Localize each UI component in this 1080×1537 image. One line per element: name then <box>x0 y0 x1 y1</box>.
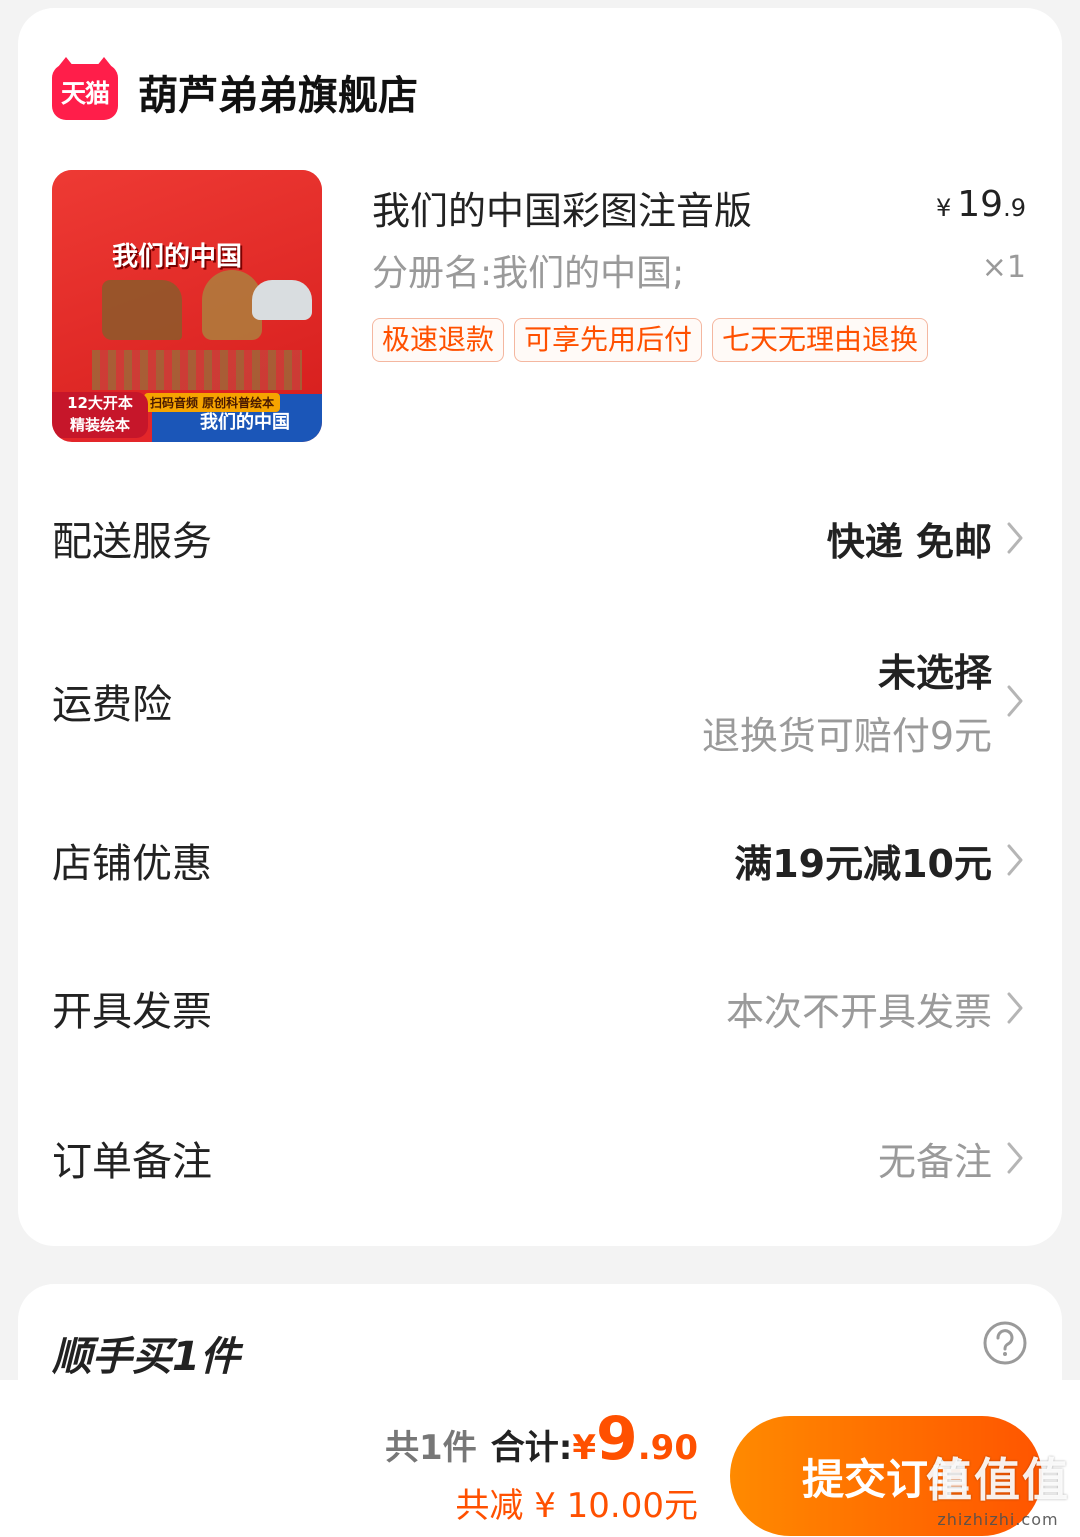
total-currency: ¥ <box>572 1428 597 1468</box>
insurance-label: 运费险 <box>52 682 172 728</box>
store-name[interactable]: 葫芦弟弟旗舰店 <box>138 63 418 121</box>
row-invoice[interactable]: 开具发票 本次不开具发票 <box>52 972 1028 1044</box>
row-shipping-insurance[interactable]: 运费险 未选择 退换货可赔付9元 <box>52 636 1028 766</box>
chevron-right-icon <box>1002 840 1028 880</box>
tag-fast-refund: 极速退款 <box>372 318 505 362</box>
product-quantity: ×1 <box>981 250 1026 285</box>
product-price: ¥19.9 <box>936 184 1026 225</box>
store-header[interactable]: 天猫 葫芦弟弟旗舰店 <box>52 57 418 121</box>
watermark-logo: 值值值 <box>926 1453 1070 1507</box>
cover-artifact-horse <box>102 280 182 340</box>
cover-corner-line1: 12大开本 <box>67 394 133 412</box>
checkout-bar: 共1件 合计: ¥ 9 .90 共减 ¥ 10.00元 提交订单 值值值 zhi… <box>0 1380 1080 1537</box>
total-label: 合计: <box>490 1428 573 1468</box>
chevron-right-icon <box>1002 1138 1028 1178</box>
help-icon[interactable] <box>982 1320 1028 1366</box>
note-value: 无备注 <box>877 1139 992 1184</box>
service-tags: 极速退款 可享先用后付 七天无理由退换 <box>372 318 929 362</box>
product-image[interactable]: 我们的中国 扫码音频 原创科普绘本 我们的中国 12大开本 精装绘本 <box>52 170 322 442</box>
promo-label: 店铺优惠 <box>52 841 212 887</box>
insurance-subtext: 退换货可赔付9元 <box>701 714 992 758</box>
chevron-right-icon <box>1002 988 1028 1028</box>
invoice-value: 本次不开具发票 <box>725 989 992 1034</box>
delivery-value: 快递 免邮 <box>826 519 992 564</box>
promo-value: 满19元减10元 <box>734 841 992 886</box>
row-order-note[interactable]: 订单备注 无备注 <box>52 1122 1028 1194</box>
cover-band-label: 我们的中国 <box>200 412 290 433</box>
store-order-card: 天猫 葫芦弟弟旗舰店 我们的中国 扫码音频 原创科普绘本 我们的中国 12大开本… <box>18 8 1062 1246</box>
total-discount[interactable]: 共减 ¥ 10.00元 <box>385 1478 698 1527</box>
total-decimal: .90 <box>637 1428 698 1468</box>
chevron-right-icon <box>1002 681 1028 721</box>
tag-seven-day-return: 七天无理由退换 <box>712 318 929 362</box>
addon-title: 顺手买1件 <box>52 1334 240 1380</box>
cover-title: 我们的中国 <box>112 242 243 272</box>
item-count: 共1件 <box>385 1428 477 1468</box>
tag-pay-later: 可享先用后付 <box>514 318 703 362</box>
order-totals: 共1件 合计: ¥ 9 .90 共减 ¥ 10.00元 <box>385 1404 698 1527</box>
tmall-badge-text: 天猫 <box>60 79 110 108</box>
cover-artifact-car <box>252 280 312 320</box>
cover-corner-line2: 精装绘本 <box>69 416 130 434</box>
tmall-logo-icon: 天猫 <box>52 57 118 120</box>
product-variant[interactable]: 分册名:我们的中国; <box>372 244 684 296</box>
total-integer: 9 <box>596 1404 638 1474</box>
insurance-status: 未选择 <box>877 651 992 695</box>
product-title[interactable]: 我们的中国彩图注音版 <box>372 180 752 235</box>
watermark-url: zhizhizhi.com <box>937 1510 1059 1529</box>
watermark: 值值值 zhizhizhi.com <box>926 1444 1070 1529</box>
cover-artifact-warriors <box>92 350 302 390</box>
invoice-label: 开具发票 <box>52 989 212 1035</box>
chevron-right-icon <box>1002 518 1028 558</box>
cover-corner-badge: 12大开本 精装绘本 <box>52 392 148 438</box>
row-store-promo[interactable]: 店铺优惠 满19元减10元 <box>52 824 1028 896</box>
price-integer: 19 <box>957 184 1004 225</box>
price-symbol: ¥ <box>936 194 952 222</box>
note-label: 订单备注 <box>52 1139 212 1185</box>
row-delivery[interactable]: 配送服务 快递 免邮 <box>52 502 1028 574</box>
insurance-value: 未选择 退换货可赔付9元 <box>702 642 992 760</box>
price-decimal: .9 <box>1003 194 1026 222</box>
delivery-label: 配送服务 <box>52 519 212 565</box>
